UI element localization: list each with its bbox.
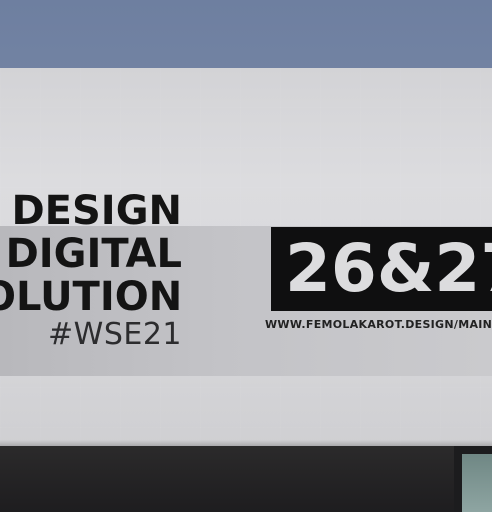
date-box: 26&27 [271, 227, 492, 311]
title-line-3: OLUTION [0, 274, 183, 320]
monitor-screen [462, 454, 492, 512]
photo-scene: DESIGN DIGITAL OLUTION #WSE21 26&27 WWW.… [0, 0, 492, 512]
title-line-2: DIGITAL [5, 231, 182, 277]
banner-hashtag: #WSE21 [48, 317, 182, 352]
website-url: WWW.FEMOLAKAROT.DESIGN/MAIN/W [265, 318, 492, 331]
event-date: 26&27 [285, 230, 492, 307]
banner-title: DESIGN DIGITAL OLUTION #WSE21 [0, 191, 182, 350]
dark-foreground [0, 446, 454, 512]
title-line-1: DESIGN [11, 188, 182, 234]
